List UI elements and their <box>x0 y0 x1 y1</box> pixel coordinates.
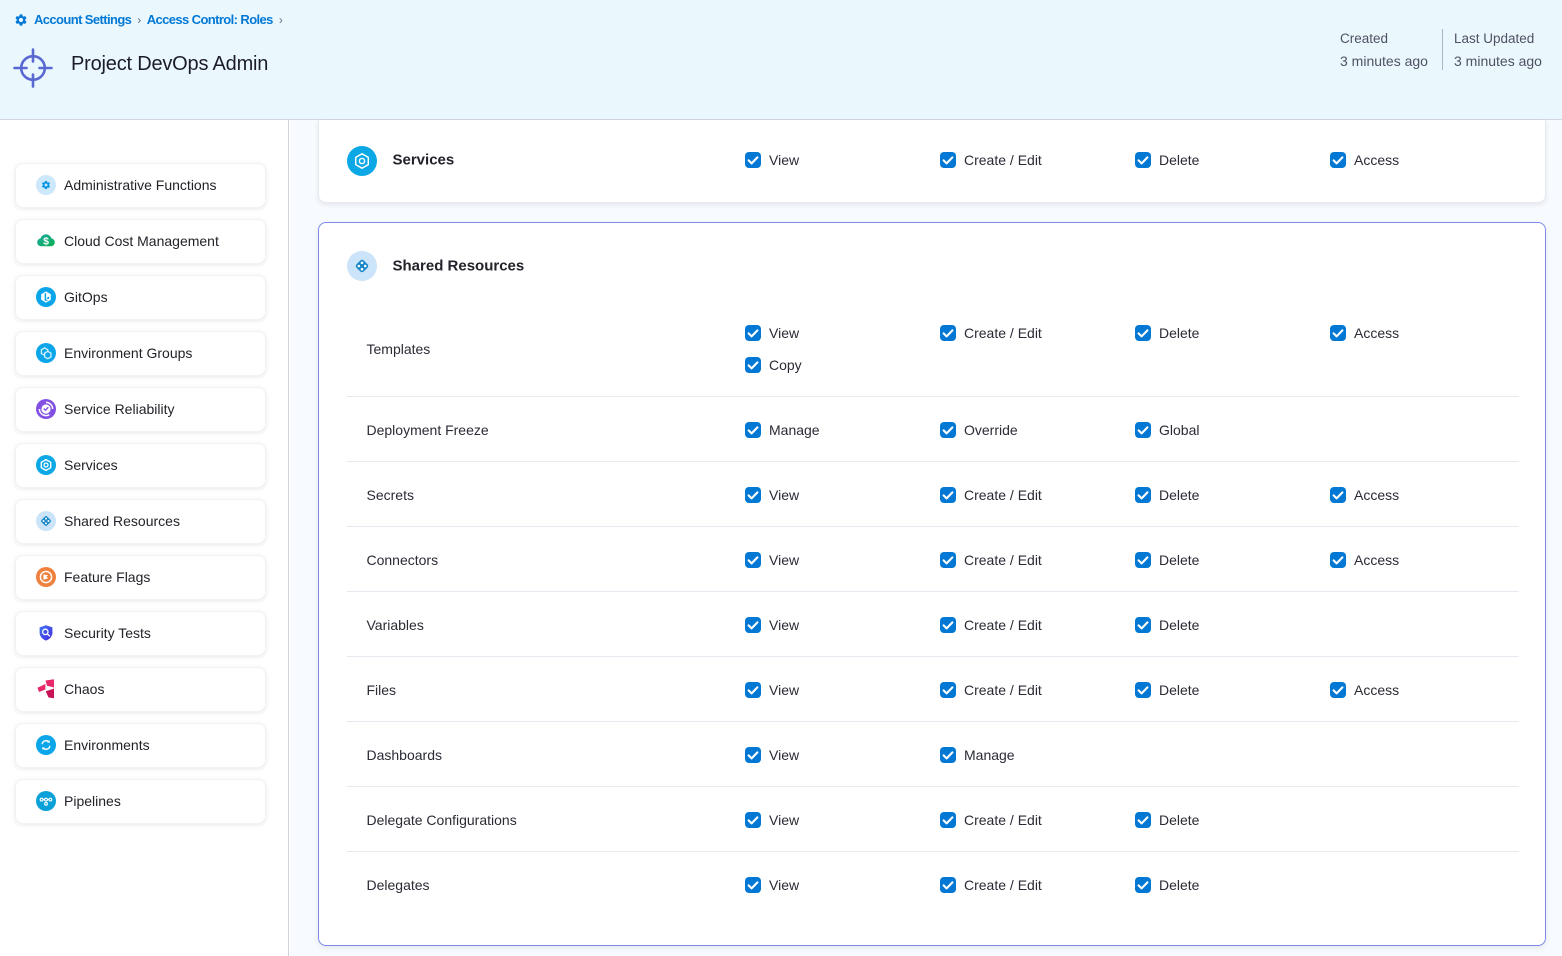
svg-text:$: $ <box>43 236 49 248</box>
